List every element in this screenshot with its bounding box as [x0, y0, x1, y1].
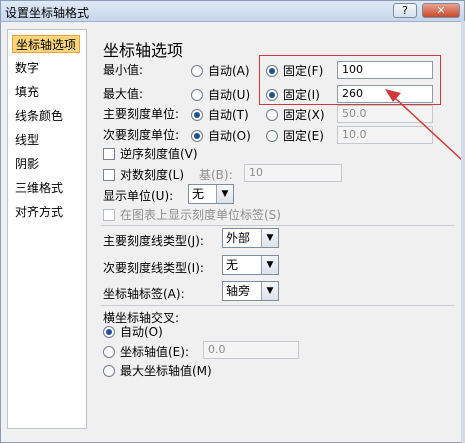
cross-axis-value-radio[interactable]: [103, 346, 115, 358]
cross-max-value-radio[interactable]: [103, 365, 115, 377]
help-button[interactable]: ?: [393, 3, 417, 18]
annotation-arrow: [385, 89, 464, 162]
major-tick-type-label: 主要刻度线类型(J):: [103, 234, 204, 248]
cross-axis-value-label: 坐标轴值(E):: [120, 345, 189, 359]
minor-auto-label: 自动(O): [208, 129, 251, 143]
minor-tick-type-value: 无: [226, 258, 239, 272]
minor-auto-radio[interactable]: [191, 130, 203, 142]
chevron-down-icon: ▼: [261, 256, 278, 274]
sidebar-item-label: 阴影: [15, 157, 40, 171]
sidebar-item-line-style[interactable]: 线型: [12, 131, 42, 149]
sidebar-item-label: 线型: [15, 133, 40, 147]
panel-heading: 坐标轴选项: [103, 41, 184, 60]
cross-auto-label: 自动(O): [120, 325, 163, 339]
display-units-select[interactable]: 无 ▼: [188, 184, 234, 204]
cross-axis-value-input[interactable]: 0.0: [203, 341, 299, 359]
major-tick-type-select[interactable]: 外部 ▼: [222, 228, 279, 248]
cross-auto-radio[interactable]: [103, 326, 115, 338]
close-button[interactable]: ✕: [422, 3, 460, 18]
log-scale-checkbox[interactable]: [103, 169, 115, 181]
axis-labels-value: 轴旁: [226, 284, 251, 298]
max-label: 最大值:: [103, 87, 144, 101]
chevron-down-icon: ▼: [216, 185, 233, 203]
sidebar-item-alignment[interactable]: 对齐方式: [12, 203, 66, 221]
log-base-label: 基(B):: [199, 168, 233, 182]
sidebar-item-fill[interactable]: 填充: [12, 83, 42, 101]
major-fixed-label: 固定(X): [283, 108, 325, 122]
log-base-input[interactable]: 10: [244, 164, 342, 182]
sidebar-item-axis-options[interactable]: 坐标轴选项: [12, 35, 81, 53]
sidebar-item-shadow[interactable]: 阴影: [12, 155, 42, 173]
chevron-down-icon: ▼: [261, 229, 278, 247]
max-auto-label: 自动(U): [208, 88, 251, 102]
sidebar-item-label: 数字: [15, 61, 40, 75]
minor-tick-type-select[interactable]: 无 ▼: [222, 255, 279, 275]
log-scale-label: 对数刻度(L): [120, 168, 185, 182]
sidebar-item-label: 三维格式: [15, 181, 64, 195]
sidebar-item-3d-format[interactable]: 三维格式: [12, 179, 66, 197]
major-tick-type-value: 外部: [226, 231, 251, 245]
separator: [101, 225, 455, 226]
cross-max-value-label: 最大坐标轴值(M): [120, 364, 212, 378]
sidebar-item-label: 对齐方式: [15, 205, 64, 219]
reverse-order-checkbox[interactable]: [103, 148, 115, 160]
separator: [101, 305, 455, 306]
minor-tick-type-label: 次要刻度线类型(I):: [103, 261, 204, 275]
min-auto-radio[interactable]: [191, 65, 203, 77]
chevron-down-icon: ▼: [261, 282, 278, 300]
sidebar-item-number[interactable]: 数字: [12, 59, 42, 77]
min-label: 最小值:: [103, 63, 144, 77]
minor-fixed-label: 固定(E): [283, 129, 324, 143]
major-auto-radio[interactable]: [191, 109, 203, 121]
minor-unit-label: 次要刻度单位:: [103, 128, 180, 142]
max-auto-radio[interactable]: [191, 89, 203, 101]
display-units-label: 显示单位(U):: [103, 189, 174, 203]
axis-labels-select[interactable]: 轴旁 ▼: [222, 281, 279, 301]
sidebar: 坐标轴选项 数字 填充 线条颜色 线型 阴影 三维格式 对齐方式: [7, 29, 87, 429]
sidebar-item-label: 线条颜色: [15, 109, 64, 123]
reverse-order-label: 逆序刻度值(V): [120, 147, 198, 161]
title-bar: 设置坐标轴格式 ? ✕: [1, 1, 464, 22]
sidebar-item-line-color[interactable]: 线条颜色: [12, 107, 66, 125]
major-unit-label: 主要刻度单位:: [103, 107, 180, 121]
dialog-title: 设置坐标轴格式: [5, 6, 90, 20]
format-axis-dialog: 设置坐标轴格式 ? ✕ 坐标轴选项 数字 填充 线条颜色 线型 阴影 三维格式 …: [0, 0, 465, 443]
min-auto-label: 自动(A): [208, 64, 250, 78]
show-units-label-text: 在图表上显示刻度单位标签(S): [120, 208, 281, 222]
axis-labels-label: 坐标轴标签(A):: [103, 287, 185, 301]
window-edge: [461, 21, 465, 443]
display-units-value: 无: [192, 187, 205, 201]
sidebar-item-label: 坐标轴选项: [16, 38, 77, 52]
minor-fixed-radio[interactable]: [266, 130, 278, 142]
sidebar-item-label: 填充: [15, 85, 40, 99]
show-units-label-checkbox[interactable]: [103, 209, 115, 221]
major-auto-label: 自动(T): [208, 108, 249, 122]
major-fixed-radio[interactable]: [266, 109, 278, 121]
